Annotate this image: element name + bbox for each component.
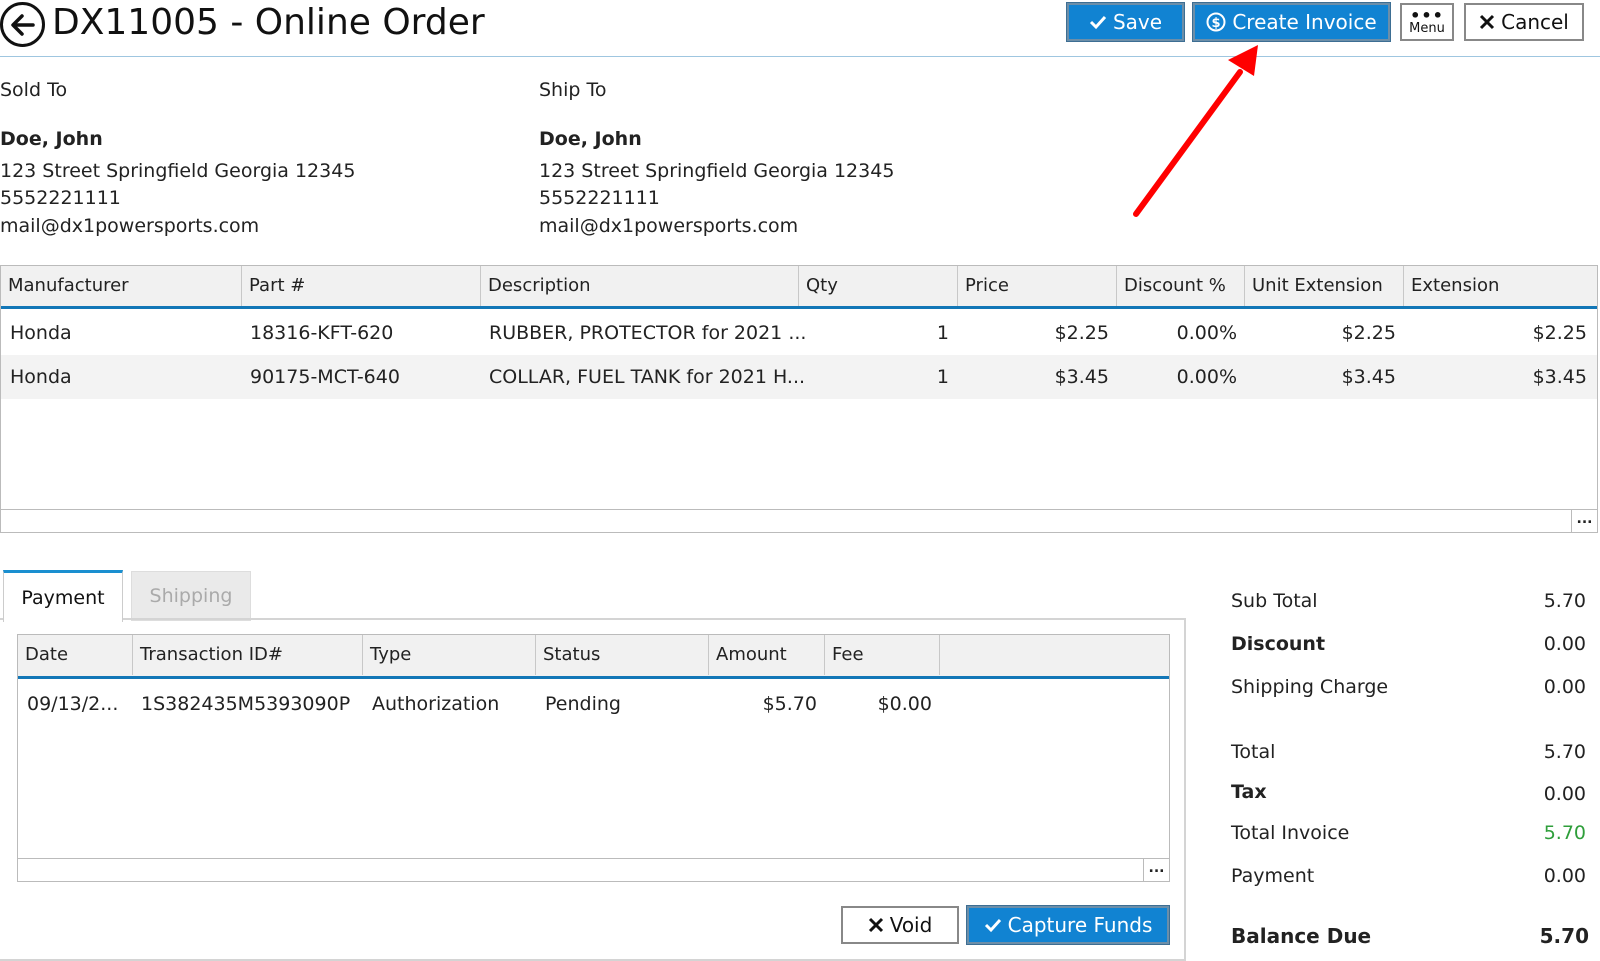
table-row[interactable]: 09/13/2... 1S382435M5393090P Authorizati… (18, 679, 1169, 729)
column-header[interactable]: Transaction ID# (133, 635, 363, 675)
tax-value: 0.00 (1543, 783, 1586, 805)
grid-header: Date Transaction ID# Type Status Amount … (18, 635, 1169, 679)
cancel-button[interactable]: Cancel (1464, 3, 1584, 41)
tax-label: Tax (1231, 781, 1267, 803)
column-header[interactable]: Manufacturer (1, 266, 242, 306)
balance-due-label: Balance Due (1231, 924, 1372, 948)
payments-grid: Date Transaction ID# Type Status Amount … (17, 634, 1170, 882)
page-header: DX11005 - Online Order Save $ Create Inv… (0, 0, 1600, 57)
column-header[interactable]: Qty (799, 266, 958, 306)
grid-footer: ... (1, 509, 1597, 532)
tab-payment[interactable]: Payment (3, 570, 123, 622)
cell-discount: 0.00% (1176, 366, 1237, 388)
total-invoice-value: 5.70 (1543, 822, 1586, 844)
sub-total-label: Sub Total (1231, 590, 1318, 612)
more-dots-icon: ••• (1410, 5, 1444, 25)
payment-label: Payment (1231, 865, 1315, 887)
sold-to-name: Doe, John (0, 128, 103, 150)
grid-options-button[interactable]: ... (1143, 859, 1169, 881)
total-invoice-label: Total Invoice (1231, 822, 1350, 844)
column-header[interactable]: Discount % (1117, 266, 1245, 306)
balance-due-value: 5.70 (1539, 924, 1589, 948)
sold-to-address: 123 Street Springfield Georgia 12345 (0, 160, 356, 182)
ship-to-address: 123 Street Springfield Georgia 12345 (539, 160, 895, 182)
cell-price: $2.25 (1054, 322, 1109, 344)
sub-total-value: 5.70 (1543, 590, 1586, 612)
shipping-charge-label: Shipping Charge (1231, 676, 1389, 698)
cell-extension: $3.45 (1532, 366, 1587, 388)
cell-fee: $0.00 (877, 693, 932, 715)
table-row[interactable]: Honda 18316-KFT-620 RUBBER, PROTECTOR fo… (1, 311, 1597, 355)
column-header[interactable]: Extension (1404, 266, 1597, 306)
close-icon (868, 917, 883, 933)
create-invoice-button[interactable]: $ Create Invoice (1192, 2, 1391, 42)
column-header[interactable]: Status (536, 635, 709, 675)
cell-date: 09/13/2... (27, 693, 119, 715)
cell-part-number: 90175-MCT-640 (250, 366, 400, 388)
back-button[interactable] (0, 2, 45, 47)
void-label: Void (889, 913, 933, 937)
svg-text:$: $ (1212, 16, 1221, 31)
cell-description: RUBBER, PROTECTOR for 2021 ... (489, 322, 807, 344)
total-value: 5.70 (1543, 741, 1586, 763)
save-button-label: Save (1112, 10, 1163, 34)
void-button[interactable]: Void (841, 906, 959, 944)
cell-manufacturer: Honda (10, 366, 72, 388)
ship-to-name: Doe, John (539, 128, 642, 150)
cell-amount: $5.70 (762, 693, 817, 715)
column-header[interactable]: Price (958, 266, 1117, 306)
dollar-circle-icon: $ (1206, 12, 1226, 32)
column-header[interactable]: Date (18, 635, 133, 675)
sold-to-label: Sold To (0, 79, 68, 101)
table-row[interactable]: Honda 90175-MCT-640 COLLAR, FUEL TANK fo… (1, 355, 1597, 399)
column-header[interactable]: Unit Extension (1245, 266, 1404, 306)
cell-extension: $2.25 (1532, 322, 1587, 344)
save-button[interactable]: Save (1066, 2, 1185, 42)
cell-discount: 0.00% (1176, 322, 1237, 344)
sold-to-email: mail@dx1powersports.com (0, 215, 260, 237)
column-header[interactable]: Description (481, 266, 799, 306)
ship-to-email: mail@dx1powersports.com (539, 215, 799, 237)
check-icon (984, 918, 1001, 933)
column-header[interactable]: Fee (825, 635, 940, 675)
capture-funds-label: Capture Funds (1007, 913, 1153, 937)
column-header[interactable]: Amount (709, 635, 825, 675)
grid-footer: ... (18, 858, 1169, 881)
close-icon (1480, 14, 1495, 30)
sold-to-phone: 5552221111 (0, 187, 121, 209)
ship-to-phone: 5552221111 (539, 187, 660, 209)
check-icon (1089, 15, 1107, 30)
cell-qty: 1 (936, 322, 949, 344)
shipping-charge-value: 0.00 (1543, 676, 1586, 698)
cell-price: $3.45 (1054, 366, 1109, 388)
grid-header: Manufacturer Part # Description Qty Pric… (1, 266, 1597, 309)
order-items-grid: Manufacturer Part # Description Qty Pric… (0, 265, 1598, 533)
capture-funds-button[interactable]: Capture Funds (966, 905, 1170, 945)
cell-part-number: 18316-KFT-620 (250, 322, 394, 344)
total-label: Total (1231, 741, 1276, 763)
column-header[interactable]: Type (363, 635, 536, 675)
menu-button[interactable]: ••• Menu (1400, 3, 1454, 41)
grid-options-button[interactable]: ... (1571, 510, 1597, 532)
cancel-label: Cancel (1501, 10, 1569, 34)
arrow-left-icon (10, 13, 35, 36)
discount-label: Discount (1231, 633, 1326, 655)
create-invoice-label: Create Invoice (1232, 10, 1377, 34)
cell-unit-extension: $3.45 (1341, 366, 1396, 388)
cell-transaction-id: 1S382435M5393090P (141, 693, 351, 715)
menu-label: Menu (1409, 20, 1445, 36)
column-header[interactable]: Part # (242, 266, 481, 306)
payment-value: 0.00 (1543, 865, 1586, 887)
cell-type: Authorization (372, 693, 500, 715)
cell-description: COLLAR, FUEL TANK for 2021 H... (489, 366, 806, 388)
tab-shipping[interactable]: Shipping (131, 571, 251, 621)
discount-value: 0.00 (1543, 633, 1586, 655)
cell-manufacturer: Honda (10, 322, 72, 344)
cell-qty: 1 (936, 366, 949, 388)
cell-status: Pending (545, 693, 621, 715)
page-title: DX11005 - Online Order (52, 2, 485, 43)
cell-unit-extension: $2.25 (1341, 322, 1396, 344)
ship-to-label: Ship To (539, 79, 607, 101)
